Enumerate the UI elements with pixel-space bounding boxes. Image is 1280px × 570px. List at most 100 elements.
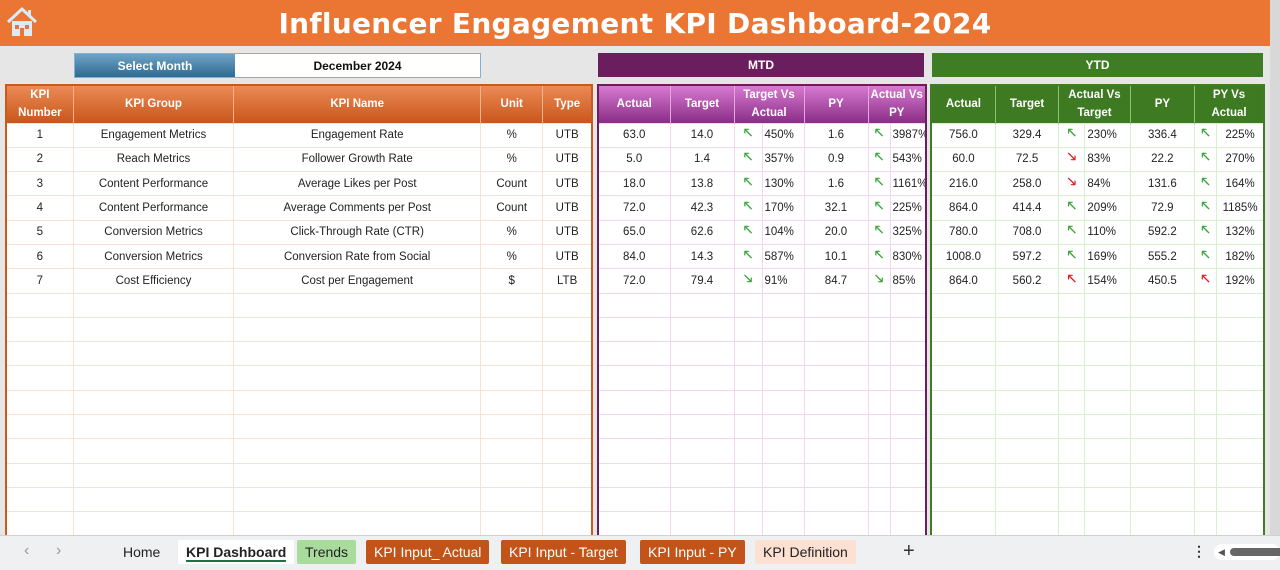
empty-cell[interactable] (597, 316, 671, 343)
empty-cell[interactable] (803, 414, 869, 440)
scroll-thumb[interactable] (1230, 548, 1280, 556)
empty-cell[interactable] (1216, 341, 1265, 367)
empty-cell[interactable] (233, 389, 482, 416)
empty-cell[interactable] (1194, 341, 1218, 367)
empty-cell[interactable] (733, 511, 763, 537)
empty-cell[interactable] (930, 292, 996, 318)
empty-cell[interactable] (1084, 389, 1131, 416)
empty-cell[interactable] (761, 414, 805, 440)
empty-cell[interactable] (1084, 292, 1131, 318)
empty-cell[interactable] (597, 292, 671, 318)
empty-cell[interactable] (930, 511, 996, 537)
empty-cell[interactable] (72, 462, 235, 488)
empty-cell[interactable] (867, 414, 891, 440)
empty-cell[interactable] (1194, 389, 1218, 416)
sheet-tab-kpi-input-target[interactable]: KPI Input - Target (501, 540, 626, 564)
empty-cell[interactable] (994, 365, 1060, 391)
empty-cell[interactable] (1129, 511, 1196, 537)
empty-cell[interactable] (889, 292, 927, 318)
empty-cell[interactable] (803, 341, 869, 367)
empty-cell[interactable] (994, 462, 1060, 488)
empty-cell[interactable] (733, 486, 763, 513)
empty-cell[interactable] (1194, 292, 1218, 318)
empty-cell[interactable] (1129, 292, 1196, 318)
empty-cell[interactable] (1216, 486, 1265, 513)
empty-cell[interactable] (72, 414, 235, 440)
empty-cell[interactable] (761, 316, 805, 343)
empty-cell[interactable] (1129, 365, 1196, 391)
empty-cell[interactable] (867, 486, 891, 513)
empty-cell[interactable] (1216, 292, 1265, 318)
empty-cell[interactable] (1194, 316, 1218, 343)
prev-sheet-button[interactable]: ‹ (24, 542, 29, 560)
empty-cell[interactable] (1058, 486, 1086, 513)
empty-cell[interactable] (542, 486, 593, 513)
empty-cell[interactable] (994, 389, 1060, 416)
sheet-tab-kpi-dashboard[interactable]: KPI Dashboard (178, 540, 295, 564)
empty-cell[interactable] (803, 316, 869, 343)
month-dropdown[interactable]: December 2024 (235, 54, 480, 77)
empty-cell[interactable] (994, 292, 1060, 318)
empty-cell[interactable] (1216, 414, 1265, 440)
empty-cell[interactable] (930, 414, 996, 440)
empty-cell[interactable] (597, 365, 671, 391)
empty-cell[interactable] (669, 462, 735, 488)
empty-cell[interactable] (867, 292, 891, 318)
empty-cell[interactable] (867, 511, 891, 537)
empty-cell[interactable] (1084, 316, 1131, 343)
empty-cell[interactable] (542, 316, 593, 343)
empty-cell[interactable] (1084, 462, 1131, 488)
empty-cell[interactable] (72, 438, 235, 464)
empty-cell[interactable] (597, 341, 671, 367)
empty-cell[interactable] (761, 462, 805, 488)
empty-cell[interactable] (1084, 486, 1131, 513)
empty-cell[interactable] (994, 316, 1060, 343)
empty-cell[interactable] (233, 511, 482, 537)
empty-cell[interactable] (1058, 389, 1086, 416)
empty-cell[interactable] (5, 316, 74, 343)
home-icon[interactable] (4, 4, 40, 40)
sheet-tab-trends[interactable]: Trends (297, 540, 357, 564)
empty-cell[interactable] (803, 389, 869, 416)
empty-cell[interactable] (5, 389, 74, 416)
empty-cell[interactable] (733, 292, 763, 318)
empty-cell[interactable] (233, 341, 482, 367)
empty-cell[interactable] (1058, 511, 1086, 537)
empty-cell[interactable] (761, 292, 805, 318)
empty-cell[interactable] (1216, 316, 1265, 343)
scroll-left-icon[interactable]: ◀ (1218, 547, 1225, 558)
empty-cell[interactable] (669, 486, 735, 513)
empty-cell[interactable] (1216, 365, 1265, 391)
empty-cell[interactable] (1194, 462, 1218, 488)
empty-cell[interactable] (542, 438, 593, 464)
empty-cell[interactable] (1129, 414, 1196, 440)
empty-cell[interactable] (867, 438, 891, 464)
empty-cell[interactable] (1194, 438, 1218, 464)
empty-cell[interactable] (480, 292, 544, 318)
empty-cell[interactable] (233, 486, 482, 513)
empty-cell[interactable] (803, 438, 869, 464)
empty-cell[interactable] (669, 511, 735, 537)
empty-cell[interactable] (994, 486, 1060, 513)
empty-cell[interactable] (480, 365, 544, 391)
more-options-icon[interactable]: ⋮ (1192, 543, 1206, 560)
empty-cell[interactable] (597, 414, 671, 440)
empty-cell[interactable] (542, 511, 593, 537)
empty-cell[interactable] (233, 462, 482, 488)
empty-cell[interactable] (1129, 438, 1196, 464)
empty-cell[interactable] (480, 389, 544, 416)
empty-cell[interactable] (480, 438, 544, 464)
empty-cell[interactable] (1129, 341, 1196, 367)
empty-cell[interactable] (1058, 414, 1086, 440)
empty-cell[interactable] (233, 292, 482, 318)
empty-cell[interactable] (597, 486, 671, 513)
empty-cell[interactable] (5, 414, 74, 440)
empty-cell[interactable] (480, 414, 544, 440)
empty-cell[interactable] (994, 438, 1060, 464)
empty-cell[interactable] (1058, 365, 1086, 391)
empty-cell[interactable] (803, 365, 869, 391)
empty-cell[interactable] (761, 341, 805, 367)
empty-cell[interactable] (867, 341, 891, 367)
empty-cell[interactable] (233, 438, 482, 464)
empty-cell[interactable] (889, 365, 927, 391)
